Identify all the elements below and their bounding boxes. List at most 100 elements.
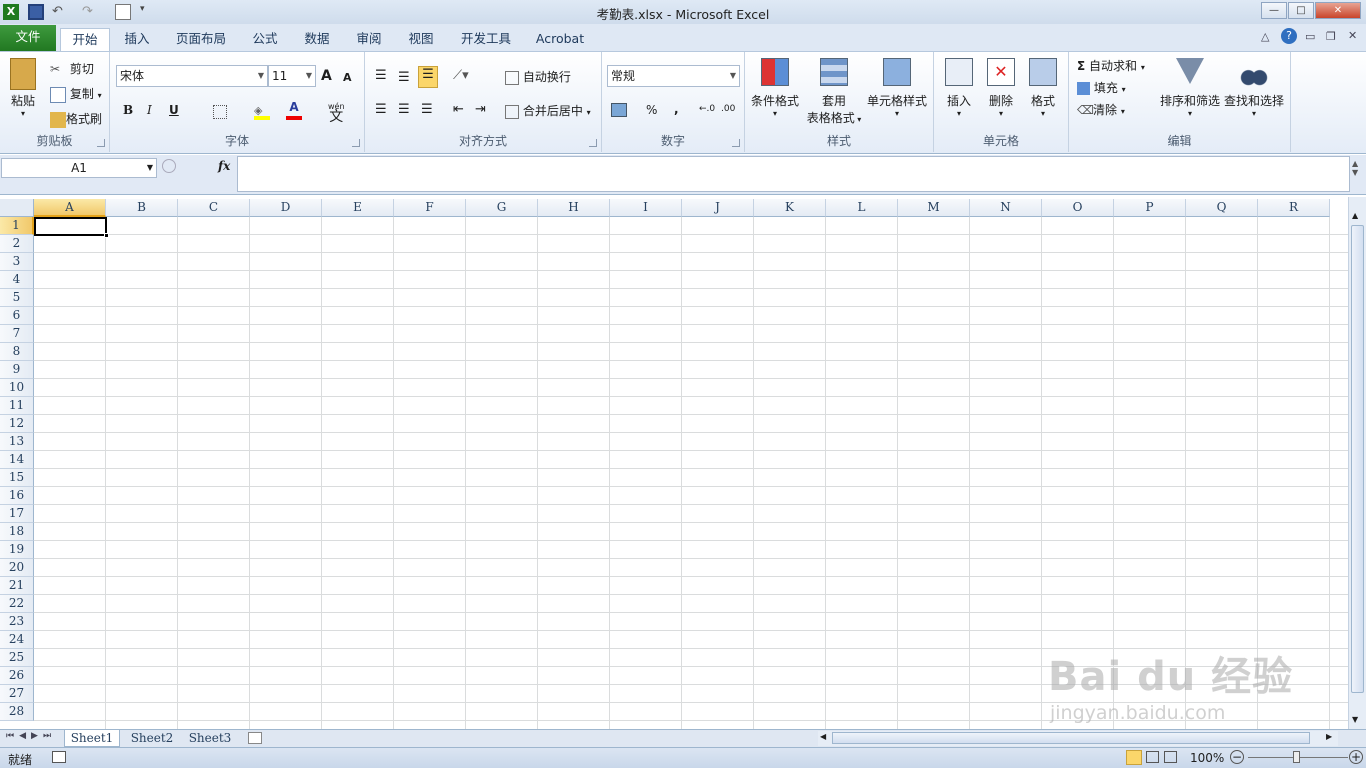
grow-font-button[interactable]: A: [321, 68, 332, 84]
formula-expand-icon[interactable]: ▲ ▼: [1352, 159, 1358, 177]
tab-page-layout[interactable]: 页面布局: [168, 28, 234, 51]
cut-button[interactable]: ✂ 剪切: [50, 60, 94, 78]
row-header[interactable]: 7: [0, 325, 34, 343]
align-top-icon[interactable]: ☰: [375, 68, 387, 83]
help-icon[interactable]: ?: [1281, 28, 1297, 44]
increase-indent-icon[interactable]: ⇥: [475, 102, 486, 117]
zoom-slider-thumb[interactable]: [1293, 751, 1300, 763]
comma-button[interactable]: ,: [674, 102, 679, 116]
conditional-format-button[interactable]: 条件格式 ▾: [749, 56, 801, 118]
cell-styles-button[interactable]: 单元格样式 ▾: [865, 56, 929, 118]
select-all-button[interactable]: [0, 199, 34, 217]
align-left-icon[interactable]: ☰: [375, 102, 387, 117]
paste-button[interactable]: 粘贴 ▾: [4, 56, 42, 126]
row-header[interactable]: 19: [0, 541, 34, 559]
name-box[interactable]: A1 ▼: [1, 158, 157, 178]
row-header[interactable]: 18: [0, 523, 34, 541]
autosum-button[interactable]: Σ 自动求和 ▾: [1077, 57, 1145, 74]
column-header[interactable]: O: [1042, 199, 1114, 217]
accounting-icon[interactable]: [611, 103, 627, 117]
fill-color-icon[interactable]: ◈: [254, 104, 270, 120]
column-header[interactable]: A: [34, 199, 106, 217]
align-right-icon[interactable]: ☰: [421, 102, 433, 117]
scroll-thumb[interactable]: [1351, 225, 1364, 693]
sheet-nav-icon[interactable]: ⏮◀▶⏭: [6, 731, 56, 741]
tab-view[interactable]: 视图: [402, 28, 440, 51]
column-header[interactable]: N: [970, 199, 1042, 217]
scroll-right-icon[interactable]: ▶: [1326, 732, 1332, 741]
tab-acrobat[interactable]: Acrobat: [532, 28, 588, 51]
scroll-up-icon[interactable]: ▲: [1352, 211, 1358, 220]
row-header[interactable]: 11: [0, 397, 34, 415]
format-as-table-button[interactable]: 套用 表格格式 ▾: [803, 56, 865, 126]
number-format-select[interactable]: 常规 ▼: [607, 65, 740, 87]
font-color-icon[interactable]: A: [286, 100, 302, 120]
tab-home[interactable]: 开始: [60, 28, 110, 51]
increase-decimal-icon[interactable]: ←.0: [699, 104, 715, 114]
copy-button[interactable]: 复制 ▾: [50, 85, 102, 103]
row-header[interactable]: 9: [0, 361, 34, 379]
column-header[interactable]: Q: [1186, 199, 1258, 217]
row-header[interactable]: 15: [0, 469, 34, 487]
row-header[interactable]: 8: [0, 343, 34, 361]
page-break-view-icon[interactable]: [1164, 751, 1177, 763]
tab-formulas[interactable]: 公式: [246, 28, 284, 51]
underline-button[interactable]: U: [169, 103, 179, 117]
row-header[interactable]: 6: [0, 307, 34, 325]
column-header[interactable]: D: [250, 199, 322, 217]
maximize-button[interactable]: □: [1288, 2, 1314, 19]
decrease-indent-icon[interactable]: ⇤: [453, 102, 464, 117]
zoom-in-icon[interactable]: +: [1349, 750, 1363, 764]
find-select-button[interactable]: 查找和选择 ▾: [1223, 56, 1285, 118]
orientation-icon[interactable]: ⟋▾: [453, 68, 469, 83]
row-header[interactable]: 16: [0, 487, 34, 505]
formula-input[interactable]: [237, 156, 1350, 192]
sheet-tab-1[interactable]: Sheet1: [64, 730, 120, 747]
format-painter-button[interactable]: 格式刷: [50, 110, 102, 128]
tab-review[interactable]: 审阅: [350, 28, 388, 51]
insert-sheet-icon[interactable]: [248, 732, 262, 744]
row-header[interactable]: 22: [0, 595, 34, 613]
column-header[interactable]: P: [1114, 199, 1186, 217]
insert-cells-button[interactable]: 插入 ▾: [940, 56, 978, 118]
column-header[interactable]: C: [178, 199, 250, 217]
zoom-out-icon[interactable]: −: [1230, 750, 1244, 764]
column-header[interactable]: B: [106, 199, 178, 217]
row-header[interactable]: 23: [0, 613, 34, 631]
column-header[interactable]: J: [682, 199, 754, 217]
align-center-icon[interactable]: ☰: [398, 102, 410, 117]
dialog-launcher-icon[interactable]: [352, 139, 360, 147]
tab-developer[interactable]: 开发工具: [454, 28, 518, 51]
row-header[interactable]: 25: [0, 649, 34, 667]
borders-icon[interactable]: [213, 105, 227, 119]
tab-insert[interactable]: 插入: [118, 28, 156, 51]
sort-filter-button[interactable]: 排序和筛选 ▾: [1159, 56, 1221, 118]
row-header[interactable]: 17: [0, 505, 34, 523]
decrease-decimal-icon[interactable]: .00: [721, 104, 735, 114]
delete-cells-button[interactable]: ✕ 删除 ▾: [982, 56, 1020, 118]
sheet-tab-2[interactable]: Sheet2: [124, 730, 180, 747]
column-header[interactable]: L: [826, 199, 898, 217]
tab-file[interactable]: 文件: [0, 25, 56, 51]
hscroll-thumb[interactable]: [832, 732, 1310, 744]
merge-center-button[interactable]: 合并后居中 ▾: [505, 102, 591, 119]
insert-function-button[interactable]: fx: [218, 159, 230, 173]
shrink-font-button[interactable]: A: [343, 71, 352, 84]
fill-button[interactable]: 填充 ▾: [1077, 79, 1126, 96]
wrap-text-button[interactable]: 自动换行: [505, 68, 571, 85]
vertical-scrollbar[interactable]: ▲ ▼: [1348, 197, 1366, 729]
row-header[interactable]: 1: [0, 217, 34, 235]
column-header[interactable]: I: [610, 199, 682, 217]
column-header[interactable]: G: [466, 199, 538, 217]
row-header[interactable]: 12: [0, 415, 34, 433]
doc-restore-icon[interactable]: ❐: [1326, 30, 1336, 43]
macro-record-icon[interactable]: [52, 751, 66, 763]
bold-button[interactable]: B: [123, 103, 133, 117]
active-cell-a1[interactable]: [34, 217, 107, 236]
scroll-down-icon[interactable]: ▼: [1352, 715, 1358, 724]
ribbon-collapse-icon[interactable]: △: [1261, 30, 1269, 43]
column-header[interactable]: E: [322, 199, 394, 217]
dialog-launcher-icon[interactable]: [589, 139, 597, 147]
format-cells-button[interactable]: 格式 ▾: [1024, 56, 1062, 118]
row-header[interactable]: 4: [0, 271, 34, 289]
